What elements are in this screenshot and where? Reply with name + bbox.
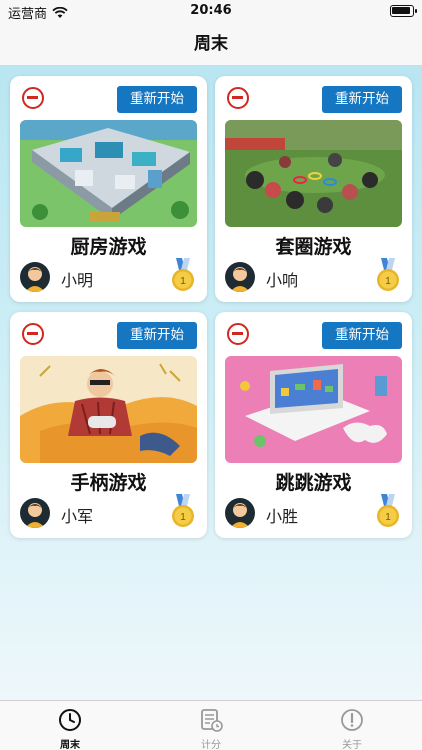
remove-icon[interactable] [22,87,44,109]
avatar [225,262,255,292]
status-bar: 运营商 20:46 [0,0,422,22]
game-grid: 重新开始 厨房游戏 小明 1 重新开始 套圈游戏 小响 1 重新开始 手柄游戏 … [0,66,422,700]
tab-about[interactable]: 关于 [282,701,422,750]
tab-score[interactable]: 计分 [141,701,281,750]
game-card-gamepad[interactable]: 重新开始 手柄游戏 小军 1 [10,312,207,538]
tab-label: 周末 [60,740,80,750]
game-card-ring-toss[interactable]: 重新开始 套圈游戏 小响 1 [215,76,412,302]
avatar [225,498,255,528]
clock-time: 20:46 [190,3,232,18]
battery-icon [390,5,417,17]
jump-game-image [225,356,402,463]
medal-number: 1 [385,512,391,523]
game-title: 手柄游戏 [70,472,147,494]
player-name: 小胜 [266,507,299,526]
remove-icon[interactable] [227,87,249,109]
remove-icon[interactable] [227,323,249,345]
player-name: 小明 [61,271,94,290]
avatar [20,262,50,292]
restart-button[interactable]: 重新开始 [322,322,402,349]
medal-icon: 1 [172,494,194,527]
kitchen-game-image [20,120,197,227]
clock-icon [59,709,81,731]
tab-label: 关于 [342,740,362,750]
scoresheet-icon [201,709,223,732]
medal-number: 1 [385,276,391,287]
remove-icon[interactable] [22,323,44,345]
medal-number: 1 [180,276,186,287]
game-card-jump[interactable]: 重新开始 跳跳游戏 小胜 1 [215,312,412,538]
medal-number: 1 [180,512,186,523]
game-card-kitchen[interactable]: 重新开始 厨房游戏 小明 1 [10,76,207,302]
avatar [20,498,50,528]
tab-label: 计分 [201,740,221,750]
game-title: 跳跳游戏 [275,472,352,494]
ring-toss-game-image [225,120,402,227]
tab-weekend[interactable]: 周末 [0,701,140,750]
tab-bar: 周末 计分 关于 [0,700,422,750]
info-icon [341,709,363,731]
player-name: 小军 [61,507,94,526]
player-name: 小响 [266,271,299,290]
restart-button[interactable]: 重新开始 [322,86,402,113]
game-title: 套圈游戏 [275,236,352,258]
page-title: 周末 [0,22,422,66]
game-title: 厨房游戏 [70,236,147,258]
gamepad-game-image [20,356,197,463]
medal-icon: 1 [377,494,399,527]
medal-icon: 1 [377,258,399,291]
restart-button[interactable]: 重新开始 [117,86,197,113]
restart-button[interactable]: 重新开始 [117,322,197,349]
battery-level [392,7,410,14]
medal-icon: 1 [172,258,194,291]
